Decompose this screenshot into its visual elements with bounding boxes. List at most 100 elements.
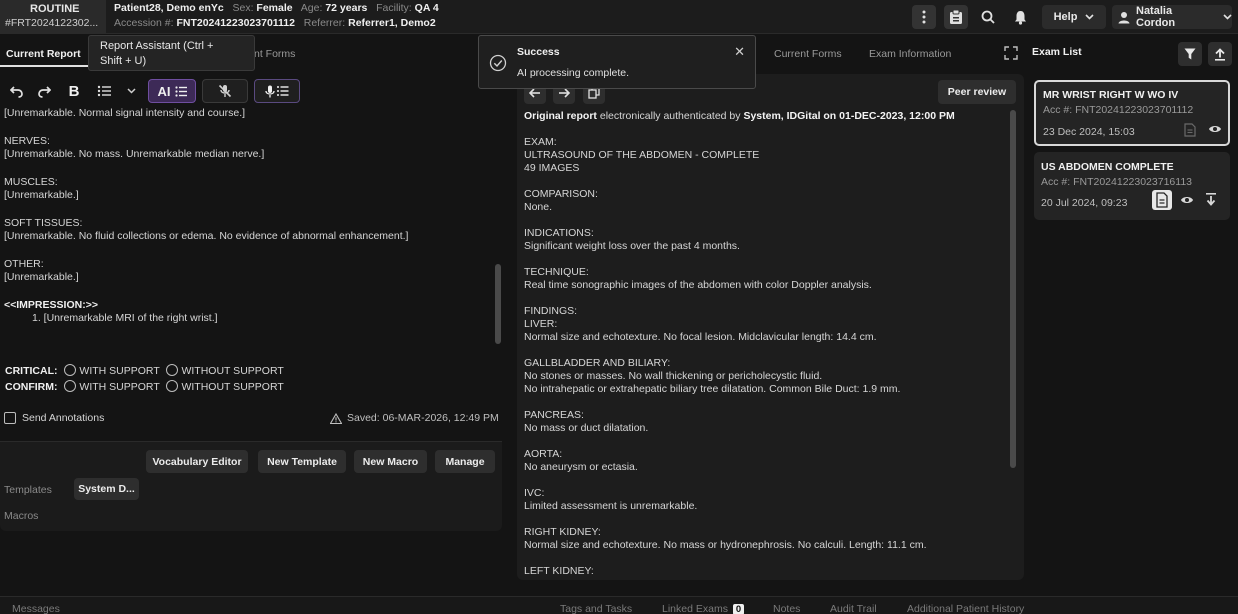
critical-row: CRITICAL: WITH SUPPORT WITHOUT SUPPORT xyxy=(5,364,284,377)
search-button[interactable] xyxy=(976,5,1000,29)
filter-button[interactable] xyxy=(1178,42,1202,66)
original-report-scrollbar[interactable] xyxy=(1010,110,1016,468)
section-heading-muscles: MUSCLES: xyxy=(4,175,58,188)
section-text-gallbladder: No stones or masses. No wall thickening … xyxy=(524,370,823,382)
section-text-soft-tissues: [Unremarkable. No fluid collections or e… xyxy=(4,230,409,242)
close-icon[interactable]: ✕ xyxy=(734,44,745,60)
patient-name: Patient28, Demo enYc xyxy=(114,2,224,14)
exam-card[interactable]: MR WRIST RIGHT W WO IV Acc #: FNT2024122… xyxy=(1034,80,1230,146)
manage-button[interactable]: Manage xyxy=(435,450,495,473)
section-heading-other: OTHER: xyxy=(4,257,44,270)
arrow-right-icon xyxy=(558,88,570,98)
critical-without-support-radio[interactable] xyxy=(166,364,179,376)
new-macro-button[interactable]: New Macro xyxy=(354,450,427,473)
confirm-without-support-radio[interactable] xyxy=(166,380,179,392)
critical-label: CRITICAL: xyxy=(5,365,58,377)
more-options-button[interactable] xyxy=(912,5,936,29)
age-label: Age: xyxy=(300,2,323,14)
send-annotations-checkbox[interactable] xyxy=(4,412,16,424)
notes-tab[interactable]: Notes xyxy=(773,603,800,614)
facility-label: Facility: xyxy=(376,2,412,14)
confirm-with-support-label: WITH SUPPORT xyxy=(79,381,160,393)
tab-current-forms-left[interactable]: nt Forms xyxy=(254,48,295,60)
clipboard-button[interactable] xyxy=(944,5,968,29)
critical-with-support-label: WITH SUPPORT xyxy=(79,365,160,377)
undo-icon xyxy=(9,85,23,98)
age-value: 72 years xyxy=(325,2,368,14)
exam-title: US ABDOMEN COMPLETE xyxy=(1041,161,1174,173)
top-header: ROUTINE #FRT2024122302... Patient28, Dem… xyxy=(0,0,1238,34)
exam-date: 20 Jul 2024, 09:23 xyxy=(1041,197,1128,209)
section-text-ivc: Limited assessment is unremarkable. xyxy=(524,500,698,512)
exam-card[interactable]: US ABDOMEN COMPLETE Acc #: FNT2024122302… xyxy=(1034,152,1230,220)
help-button[interactable]: Help xyxy=(1042,5,1106,29)
sex-label: Sex: xyxy=(232,2,254,14)
list-button[interactable] xyxy=(92,79,116,103)
original-report-panel: Peer review Original report electronical… xyxy=(517,74,1024,580)
ai-assistant-button[interactable]: AI xyxy=(148,79,196,103)
document-icon[interactable] xyxy=(1184,123,1196,137)
section-text-technique: Real time sonographic images of the abdo… xyxy=(524,279,872,291)
eye-icon[interactable] xyxy=(1180,195,1194,205)
priority-block: ROUTINE #FRT2024122302... xyxy=(0,0,106,34)
chevron-down-icon xyxy=(126,88,136,94)
undo-button[interactable] xyxy=(4,79,28,103)
mute-mic-button[interactable] xyxy=(202,79,248,103)
upload-icon xyxy=(1214,47,1226,61)
tags-tasks-tab[interactable]: Tags and Tasks xyxy=(560,603,632,614)
section-heading-exam: EXAM: xyxy=(524,136,557,148)
expand-icon[interactable] xyxy=(1004,46,1018,60)
section-text-comparison: None. xyxy=(524,201,553,213)
tab-current-forms[interactable]: Current Forms xyxy=(774,48,842,60)
auth-prefix: Original report xyxy=(524,110,597,122)
referrer-value: Referrer1, Demo2 xyxy=(348,17,436,29)
peer-review-button[interactable]: Peer review xyxy=(938,80,1016,104)
section-text-indications: Significant weight loss over the past 4 … xyxy=(524,240,740,252)
section-heading-pancreas: PANCREAS: xyxy=(524,409,584,421)
middle-tabs: Current Forms Exam Information xyxy=(760,40,1026,68)
redo-button[interactable] xyxy=(32,79,56,103)
section-heading-technique: TECHNIQUE: xyxy=(524,266,589,278)
download-icon[interactable] xyxy=(1206,193,1216,206)
confirm-without-support-label: WITHOUT SUPPORT xyxy=(181,381,284,393)
auth-mid: electronically authenticated by xyxy=(596,110,744,122)
section-heading-comparison: COMPARISON: xyxy=(524,188,598,200)
report-assistant-tooltip: Report Assistant (Ctrl + Shift + U) xyxy=(88,35,255,71)
section-text-right-kidney: Normal size and echotexture. No mass or … xyxy=(524,539,927,551)
dictation-button[interactable] xyxy=(254,79,300,103)
critical-with-support-radio[interactable] xyxy=(64,364,77,376)
system-template-button[interactable]: System D... xyxy=(74,478,139,500)
exam-accession: Acc #: FNT20241223023701112 xyxy=(1043,104,1194,116)
bold-button[interactable]: B xyxy=(62,79,86,103)
report-scrollbar[interactable] xyxy=(495,264,501,344)
chevron-down-icon xyxy=(1223,14,1232,20)
audit-trail-tab[interactable]: Audit Trail xyxy=(830,603,877,614)
upload-button[interactable] xyxy=(1208,42,1232,66)
new-template-button[interactable]: New Template xyxy=(258,450,346,473)
confirm-label: CONFIRM: xyxy=(5,381,58,393)
tab-current-report[interactable]: Current Report xyxy=(6,48,81,60)
accession-short: #FRT2024122302... xyxy=(5,17,99,29)
confirm-with-support-radio[interactable] xyxy=(64,380,77,392)
report-line: [Unremarkable. Normal signal intensity a… xyxy=(4,107,246,119)
format-dropdown-button[interactable] xyxy=(122,79,140,103)
notifications-button[interactable] xyxy=(1008,5,1032,29)
section-text-other: [Unremarkable.] xyxy=(4,271,79,283)
user-name: Natalia Cordon xyxy=(1136,5,1176,29)
vocabulary-editor-button[interactable]: Vocabulary Editor xyxy=(146,450,248,473)
user-menu-button[interactable]: Natalia Cordon xyxy=(1112,5,1232,29)
linked-exams-tab[interactable]: Linked Exams 0 xyxy=(662,603,745,614)
saved-timestamp: Saved: 06-MAR-2026, 12:49 PM xyxy=(347,412,499,424)
additional-history-tab[interactable]: Additional Patient History xyxy=(907,603,1024,614)
eye-icon[interactable] xyxy=(1208,124,1222,134)
section-text-aorta: No aneurysm or ectasia. xyxy=(524,461,638,473)
more-vert-icon xyxy=(922,10,926,24)
toast-message: AI processing complete. xyxy=(517,67,630,79)
confirm-row: CONFIRM: WITH SUPPORT WITHOUT SUPPORT xyxy=(5,380,284,393)
tab-exam-information[interactable]: Exam Information xyxy=(869,48,951,60)
report-editor[interactable]: [Unremarkable. Normal signal intensity a… xyxy=(4,107,492,340)
document-icon[interactable] xyxy=(1152,190,1172,210)
messages-tab[interactable]: Messages xyxy=(12,603,60,614)
sex-value: Female xyxy=(256,2,293,14)
auth-signer: System, IDGital on 01-DEC-2023, 12:00 PM xyxy=(743,110,955,122)
